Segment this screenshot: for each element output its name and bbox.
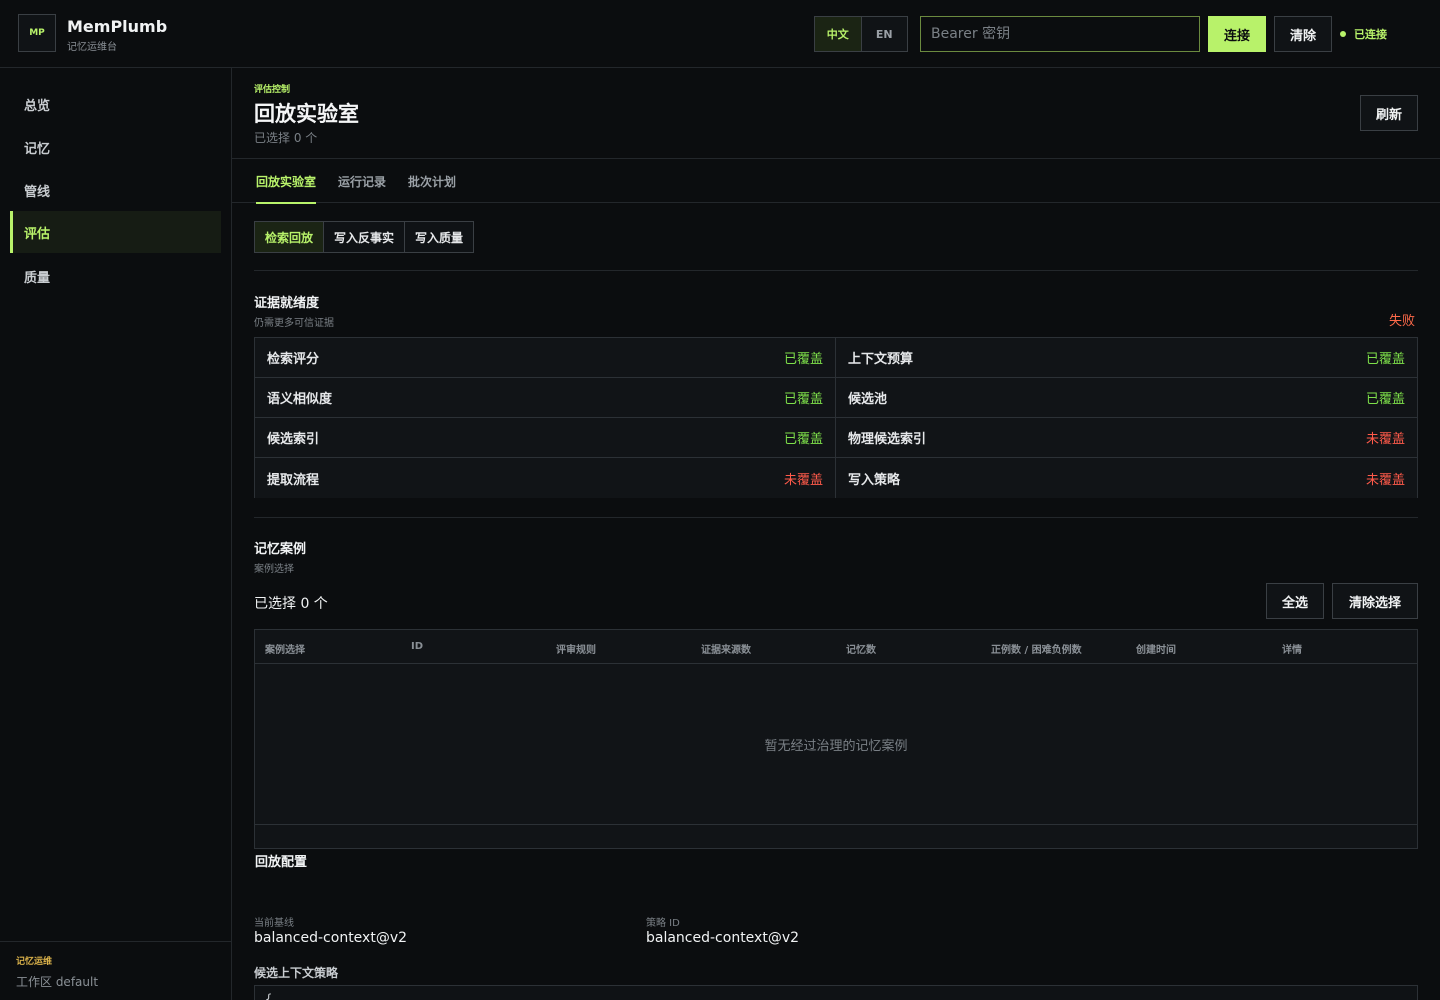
refresh-button[interactable]: 刷新 — [1360, 95, 1418, 131]
readiness-cell-value: 未覆盖 — [783, 472, 823, 488]
readiness-cell: 语义相似度 已覆盖 — [255, 378, 836, 418]
segment-write-quality[interactable]: 写入质量 — [405, 222, 474, 252]
workspace-label: 工作区 default — [16, 975, 99, 989]
sidebar-item-memory[interactable]: 记忆 — [10, 126, 221, 168]
readiness-cell: 候选索引 已覆盖 — [255, 418, 836, 458]
app-logo: MP — [18, 14, 56, 52]
column-header: 证据来源数 — [701, 645, 751, 656]
tab-replay-lab[interactable]: 回放实验室 — [256, 173, 317, 204]
column-header: 详情 — [1282, 645, 1302, 656]
divider — [254, 517, 1418, 518]
connect-button[interactable]: 连接 — [1208, 16, 1266, 52]
page-eyebrow: 评估控制 — [254, 85, 291, 95]
connection-status-label: 已连接 — [1354, 28, 1387, 41]
column-header: 正例数 / 困难负例数 — [991, 645, 1082, 656]
sidebar-footer-title: 记忆运维 — [16, 957, 53, 967]
page-subtitle: 已选择 0 个 — [254, 131, 318, 145]
divider — [254, 270, 1418, 271]
lang-zh-button[interactable]: 中文 — [815, 17, 862, 51]
tab-run-records[interactable]: 运行记录 — [338, 173, 386, 204]
column-header: 案例选择 — [265, 645, 305, 656]
readiness-title: 证据就绪度 — [254, 296, 320, 311]
baseline-label: 当前基线 — [254, 918, 294, 929]
brand-name: MemPlumb — [67, 17, 168, 36]
readiness-cell: 候选池 已覆盖 — [836, 378, 1417, 418]
cases-table-header: 案例选择 ID 评审规则 证据来源数 记忆数 正例数 / 困难负例数 创建时间 … — [255, 630, 1417, 664]
top-bar: MP MemPlumb 记忆运维台 中文 EN 连接 清除 已连接 — [0, 0, 1440, 68]
replay-mode-switcher: 检索回放 写入反事实 写入质量 — [254, 221, 475, 253]
readiness-cell-value: 已覆盖 — [1365, 392, 1405, 407]
readiness-cell: 提取流程 未覆盖 — [255, 458, 836, 498]
sidebar: 总览 记忆 管线 评估 质量 记忆运维 工作区 default — [0, 68, 232, 1000]
segment-retrieval-replay[interactable]: 检索回放 — [255, 222, 325, 252]
replay-config-title: 回放配置 — [255, 855, 308, 870]
readiness-grid: 检索评分 已覆盖 上下文预算 已覆盖 语义相似度 已覆盖 候选池 已覆盖 候选索… — [254, 337, 1418, 498]
main-content: 评估控制 回放实验室 已选择 0 个 刷新 回放实验室 运行记录 批次计划 检索… — [232, 68, 1440, 1000]
readiness-cell-name: 候选索引 — [267, 432, 320, 447]
column-header: ID — [411, 641, 424, 652]
connection-status: 已连接 — [1340, 26, 1387, 42]
readiness-cell-name: 候选池 — [848, 392, 888, 407]
cases-empty-state: 暂无经过治理的记忆案例 — [764, 738, 908, 754]
tab-bar: 回放实验室 运行记录 批次计划 — [232, 158, 1440, 204]
bearer-token-input[interactable] — [920, 16, 1200, 52]
candidate-policy-editor[interactable]: { — [254, 985, 1418, 1000]
language-switcher: 中文 EN — [814, 16, 908, 52]
lang-en-button[interactable]: EN — [861, 17, 907, 51]
readiness-cell-name: 物理候选索引 — [848, 432, 927, 447]
readiness-cell-name: 检索评分 — [267, 352, 320, 367]
candidate-policy-title: 候选上下文策略 — [254, 966, 339, 980]
readiness-cell-name: 上下文预算 — [848, 352, 914, 367]
readiness-status: 失败 — [1389, 314, 1416, 329]
sidebar-item-quality[interactable]: 质量 — [10, 255, 221, 297]
brand-subtitle: 记忆运维台 — [67, 42, 117, 53]
clear-selection-button[interactable]: 清除选择 — [1332, 583, 1418, 619]
readiness-cell-name: 写入策略 — [848, 472, 901, 488]
sidebar-item-overview[interactable]: 总览 — [10, 83, 221, 125]
cases-table: 案例选择 ID 评审规则 证据来源数 记忆数 正例数 / 困难负例数 创建时间 … — [254, 629, 1418, 849]
readiness-cell-value: 未覆盖 — [1365, 472, 1405, 488]
page-title: 回放实验室 — [254, 102, 359, 126]
sidebar-item-evaluation[interactable]: 评估 — [10, 211, 221, 253]
readiness-cell-name: 语义相似度 — [267, 392, 333, 407]
cases-selected-count: 已选择 0 个 — [254, 596, 328, 612]
sidebar-item-pipeline[interactable]: 管线 — [10, 169, 221, 211]
status-dot-icon — [1340, 31, 1346, 37]
readiness-cell: 检索评分 已覆盖 — [255, 338, 836, 378]
readiness-cell-value: 已覆盖 — [783, 392, 823, 407]
readiness-cell-value: 已覆盖 — [783, 352, 823, 367]
column-header: 记忆数 — [846, 645, 876, 656]
cases-title: 记忆案例 — [254, 542, 307, 557]
clear-token-button[interactable]: 清除 — [1274, 16, 1332, 52]
readiness-cell-value: 已覆盖 — [1365, 352, 1405, 367]
readiness-subtitle: 仍需更多可信证据 — [254, 318, 334, 329]
column-header: 创建时间 — [1136, 645, 1176, 656]
readiness-cell-value: 已覆盖 — [783, 432, 823, 447]
cases-table-footer — [255, 824, 1417, 848]
baseline-value: balanced-context@v2 — [254, 930, 408, 946]
column-header: 评审规则 — [556, 645, 596, 656]
readiness-cell-name: 提取流程 — [267, 472, 320, 488]
policy-id-value: balanced-context@v2 — [646, 930, 800, 946]
segment-write-counterfactual[interactable]: 写入反事实 — [324, 222, 406, 252]
readiness-cell: 写入策略 未覆盖 — [836, 458, 1417, 498]
readiness-cell: 上下文预算 已覆盖 — [836, 338, 1417, 378]
sidebar-footer: 记忆运维 工作区 default — [0, 941, 232, 1000]
readiness-cell: 物理候选索引 未覆盖 — [836, 418, 1417, 458]
policy-id-label: 策略 ID — [646, 918, 680, 929]
readiness-cell-value: 未覆盖 — [1365, 432, 1405, 447]
select-all-button[interactable]: 全选 — [1266, 583, 1324, 619]
cases-subtitle: 案例选择 — [254, 564, 294, 575]
tab-batch-plan[interactable]: 批次计划 — [408, 173, 456, 204]
